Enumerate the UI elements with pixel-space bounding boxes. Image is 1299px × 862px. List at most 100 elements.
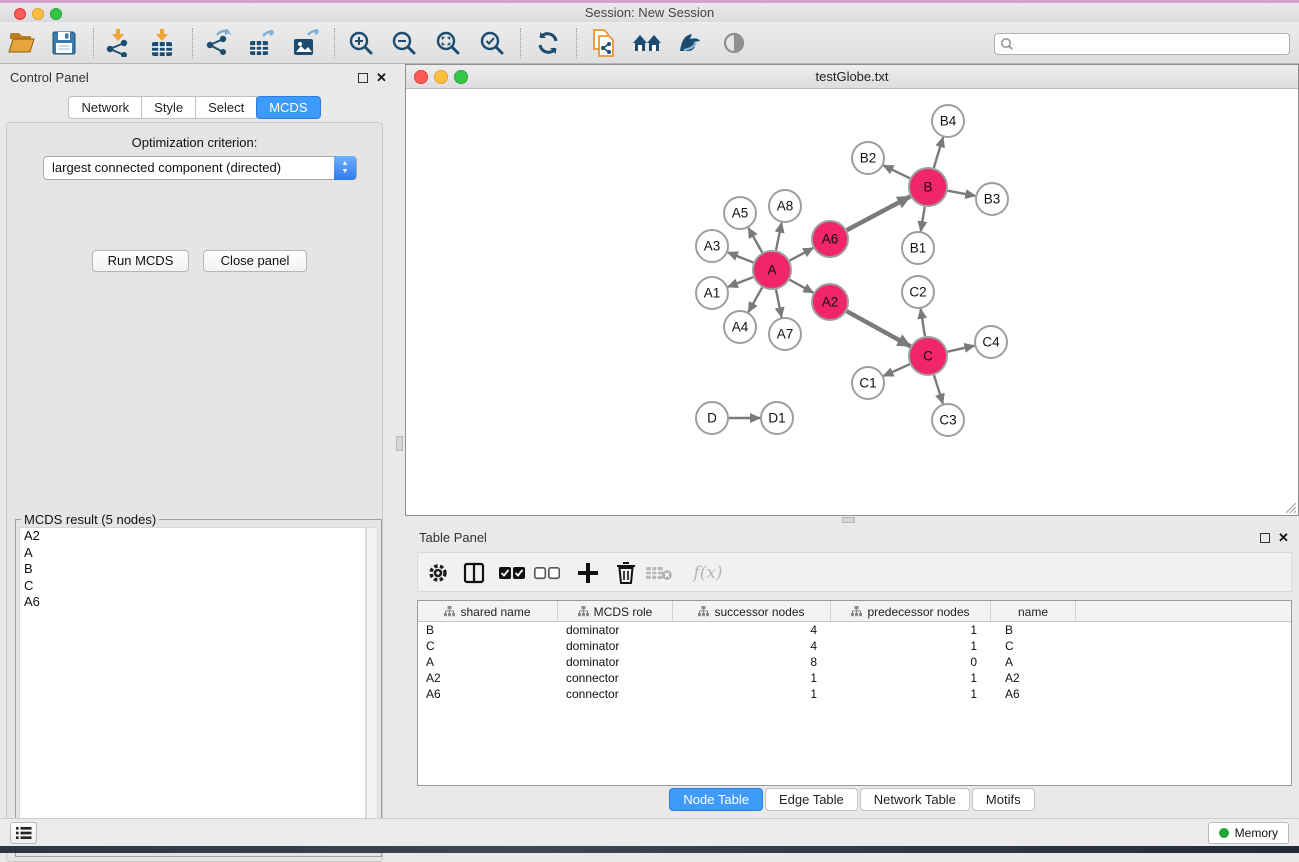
memory-button[interactable]: Memory: [1208, 822, 1289, 844]
node-A7[interactable]: A7: [769, 318, 801, 350]
import-network-icon[interactable]: [100, 25, 136, 61]
table-row[interactable]: A2connector11A2: [418, 670, 1291, 686]
tab-node-table[interactable]: Node Table: [669, 788, 763, 811]
close-panel-button[interactable]: Close panel: [203, 250, 307, 272]
table-cell[interactable]: 1: [673, 686, 831, 702]
float-panel-icon[interactable]: [358, 73, 368, 83]
save-session-icon[interactable]: [46, 25, 82, 61]
table-cell[interactable]: dominator: [558, 622, 673, 638]
tab-motifs[interactable]: Motifs: [972, 788, 1035, 811]
table-row[interactable]: Adominator80A: [418, 654, 1291, 670]
edge-B-B4[interactable]: [934, 137, 943, 168]
table-cell[interactable]: connector: [558, 670, 673, 686]
node-B2[interactable]: B2: [852, 142, 884, 174]
column-header-MCDS-role[interactable]: MCDS role: [558, 601, 673, 622]
edge-A-A7[interactable]: [776, 290, 782, 318]
table-cell[interactable]: A: [418, 654, 558, 670]
table-cell[interactable]: 1: [831, 670, 991, 686]
column-header-predecessor-nodes[interactable]: predecessor nodes: [831, 601, 991, 622]
table-cell[interactable]: 4: [673, 638, 831, 654]
zoom-in-icon[interactable]: [343, 25, 379, 61]
columns-icon[interactable]: [460, 559, 488, 587]
zoom-fit-icon[interactable]: [430, 25, 466, 61]
node-C1[interactable]: C1: [852, 367, 884, 399]
node-C3[interactable]: C3: [932, 404, 964, 436]
table-cell[interactable]: 1: [831, 638, 991, 654]
result-scrollbar[interactable]: [366, 527, 378, 853]
node-A4[interactable]: A4: [724, 311, 756, 343]
edge-A-A6[interactable]: [790, 248, 814, 261]
edge-A2-C[interactable]: [847, 311, 911, 346]
table-cell[interactable]: dominator: [558, 654, 673, 670]
node-A3[interactable]: A3: [696, 230, 728, 262]
tab-mcds[interactable]: MCDS: [256, 96, 320, 119]
result-item[interactable]: C: [20, 578, 365, 595]
table-cell[interactable]: A2: [418, 670, 558, 686]
open-session-icon[interactable]: [4, 25, 40, 61]
tab-select[interactable]: Select: [195, 96, 257, 119]
export-table-icon[interactable]: [243, 25, 279, 61]
column-header-shared-name[interactable]: shared name: [418, 601, 558, 622]
birdseye-icon[interactable]: [672, 25, 708, 61]
resize-grip-icon[interactable]: [1285, 502, 1297, 514]
table-cell[interactable]: B: [991, 622, 1076, 638]
column-header-name[interactable]: name: [991, 601, 1076, 622]
tab-edge-table[interactable]: Edge Table: [765, 788, 858, 811]
edge-B-B3[interactable]: [948, 191, 976, 196]
network-canvas[interactable]: B4B2BB3A5A8A6B1A3AA1C2A2A4A7C4CC1C3DD1: [406, 89, 1298, 515]
node-B4[interactable]: B4: [932, 105, 964, 137]
criterion-dropdown[interactable]: largest connected component (directed) ▲…: [43, 156, 357, 180]
table-row[interactable]: Cdominator41C: [418, 638, 1291, 654]
edge-A-A1[interactable]: [728, 277, 753, 287]
result-item[interactable]: A2: [20, 528, 365, 545]
deselect-all-icon[interactable]: [533, 559, 561, 587]
table-cell[interactable]: connector: [558, 686, 673, 702]
node-C[interactable]: C: [909, 337, 947, 375]
table-cell[interactable]: C: [418, 638, 558, 654]
edge-B-B2[interactable]: [883, 165, 910, 178]
vertical-split-handle[interactable]: [396, 436, 403, 451]
task-history-button[interactable]: [10, 822, 37, 844]
table-cell[interactable]: A: [991, 654, 1076, 670]
zoom-selected-icon[interactable]: [474, 25, 510, 61]
table-cell[interactable]: A6: [991, 686, 1076, 702]
table-row[interactable]: Bdominator41B: [418, 622, 1291, 638]
node-D[interactable]: D: [696, 402, 728, 434]
table-row[interactable]: A6connector11A6: [418, 686, 1291, 702]
node-B3[interactable]: B3: [976, 183, 1008, 215]
node-B1[interactable]: B1: [902, 232, 934, 264]
edge-C-C4[interactable]: [948, 346, 975, 352]
node-C2[interactable]: C2: [902, 276, 934, 308]
mcds-result-list[interactable]: A2ABCA6: [19, 527, 366, 853]
delete-icon[interactable]: [612, 559, 640, 587]
add-icon[interactable]: [574, 559, 602, 587]
edge-C-C1[interactable]: [884, 364, 910, 376]
table-cell[interactable]: 8: [673, 654, 831, 670]
table-cell[interactable]: B: [418, 622, 558, 638]
column-header-successor-nodes[interactable]: successor nodes: [673, 601, 831, 622]
export-network-icon[interactable]: [200, 25, 236, 61]
show-details-eye-icon[interactable]: [716, 25, 752, 61]
home-icon[interactable]: [629, 25, 665, 61]
select-all-icon[interactable]: [498, 559, 526, 587]
node-A[interactable]: A: [753, 251, 791, 289]
edge-C-C2[interactable]: [921, 309, 925, 336]
edge-A-A5[interactable]: [748, 228, 762, 253]
table-cell[interactable]: dominator: [558, 638, 673, 654]
edge-A-A3[interactable]: [728, 252, 754, 262]
table-cell[interactable]: C: [991, 638, 1076, 654]
table-cell[interactable]: 0: [831, 654, 991, 670]
edge-B-B1[interactable]: [921, 207, 925, 231]
zoom-out-icon[interactable]: [386, 25, 422, 61]
tab-network-table[interactable]: Network Table: [860, 788, 970, 811]
edge-A-A4[interactable]: [748, 287, 762, 312]
table-cell[interactable]: A2: [991, 670, 1076, 686]
node-A8[interactable]: A8: [769, 190, 801, 222]
node-A2[interactable]: A2: [812, 284, 848, 320]
export-image-icon[interactable]: [287, 25, 323, 61]
edge-A-A2[interactable]: [790, 280, 814, 293]
table-cell[interactable]: 1: [831, 622, 991, 638]
edge-C-C3[interactable]: [934, 375, 943, 404]
table-cell[interactable]: 4: [673, 622, 831, 638]
import-table-icon[interactable]: [144, 25, 180, 61]
